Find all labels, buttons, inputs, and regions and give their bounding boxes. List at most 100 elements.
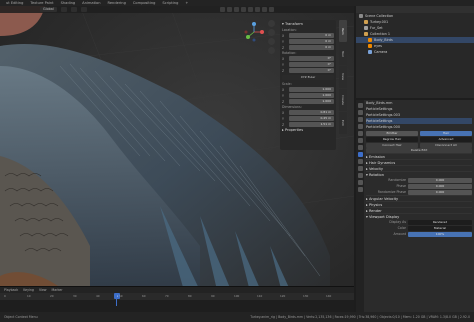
rotation-value[interactable]: 0° [289, 68, 334, 73]
amount-slider[interactable]: 100% [408, 231, 472, 237]
workspace-tab-0[interactable]: ut Editing [6, 1, 23, 5]
hair-button[interactable]: Hair [420, 130, 472, 136]
rotation-field-value[interactable]: 0.000 [408, 183, 472, 189]
viewport-overlay-buttons[interactable] [220, 7, 274, 12]
timeline-menu-playback[interactable]: Playback [4, 288, 18, 292]
advanced-checkbox[interactable]: Advanced [420, 136, 472, 142]
rotation-field[interactable]: Z 0° [282, 68, 334, 73]
dimensions-field[interactable]: Y 0.45 m [282, 116, 334, 121]
outliner-row-label: Fur_Set [370, 26, 383, 30]
outliner-header [356, 6, 474, 13]
sidebar-tab-create[interactable]: Create [339, 89, 347, 111]
status-left: Object Context Menu [4, 315, 38, 319]
color-dropdown[interactable]: Material [408, 225, 472, 231]
location-value[interactable]: 0 m [289, 39, 334, 44]
workspace-tab-4[interactable]: Rendering [108, 1, 126, 5]
dimensions-axis: Y [282, 116, 284, 121]
scale-field[interactable]: Z 1.000 [282, 99, 334, 104]
rotation-field-value[interactable]: 0.000 [408, 177, 472, 183]
sidebar-tab-item[interactable]: Item [339, 20, 347, 42]
status-bar: Object Context Menu Turkey.anim_rig | Bo… [0, 312, 474, 322]
frame-tick: 140 [326, 294, 332, 298]
frame-tick: 120 [280, 294, 286, 298]
view-nav-buttons[interactable] [268, 20, 276, 54]
workspace-tab-1[interactable]: Texture Paint [30, 1, 53, 5]
amount-field[interactable]: Amount 100% [366, 231, 472, 237]
scale-value[interactable]: 1.000 [289, 93, 334, 98]
dimensions-value[interactable]: 0.45 m [289, 116, 334, 121]
regrow-hair-checkbox[interactable]: Regrow Hair [366, 136, 418, 142]
object-type-icon [368, 50, 372, 54]
dimensions-axis: X [282, 110, 285, 115]
rotation-field-label: Randomize [388, 178, 406, 182]
frame-tick: 70 [165, 294, 169, 298]
sidebar-tab-tool[interactable]: Tool [339, 43, 347, 65]
location-field[interactable]: Z 0 m [282, 45, 334, 50]
frame-tick: 90 [211, 294, 215, 298]
connect-hair-button[interactable]: Connect Hair [366, 142, 418, 148]
sidebar-tab-edit[interactable]: Edit [339, 112, 347, 134]
playhead-line [116, 293, 117, 306]
rotation-value[interactable]: 0° [289, 56, 334, 61]
transform-section-header[interactable]: ▾ Transform [282, 22, 334, 27]
display-as-dropdown[interactable]: Rendered [408, 219, 472, 225]
navigation-gizmo[interactable] [242, 20, 266, 44]
dimensions-axis: Z [282, 122, 285, 127]
emitter-button[interactable]: Emitter [366, 130, 418, 136]
viewport-chip-2[interactable] [70, 7, 77, 12]
workspace-tab-7[interactable]: + [185, 1, 188, 5]
location-field[interactable]: X 0 m [282, 33, 334, 38]
outliner[interactable]: Scene Collection Turkey.001 Fur_Set Collect… [356, 6, 474, 98]
viewport-chip-0[interactable]: Global [40, 7, 57, 12]
rotation-field-label: Randomize Phase [377, 190, 406, 194]
timeline[interactable]: Playback Keying View Marker 1 0 10 20 30 40 50 60… [0, 286, 354, 312]
properties-editor[interactable]: Body_Birds.mm ParticleSettings ParticleSet… [356, 100, 474, 312]
viewport-chip-3[interactable] [80, 7, 87, 12]
outliner-row-label: Body_Birds [374, 38, 393, 42]
workspace-tab-5[interactable]: Compositing [133, 1, 156, 5]
workspace-tab-2[interactable]: Shading [61, 1, 76, 5]
object-type-icon [368, 44, 372, 48]
scale-value[interactable]: 1.000 [289, 99, 334, 104]
disconnect-all-button[interactable]: Disconnect All [420, 142, 472, 148]
scale-field[interactable]: Y 1.000 [282, 93, 334, 98]
properties-tabs[interactable] [356, 100, 364, 312]
rotation-field[interactable]: Y 0° [282, 62, 334, 67]
timeline-menu-keying[interactable]: Keying [23, 288, 34, 292]
workspace-tab-6[interactable]: Scripting [162, 1, 178, 5]
rotation-field-label: Phase [396, 184, 406, 188]
location-value[interactable]: 0 m [289, 33, 334, 38]
dimensions-value[interactable]: 1.51 m [289, 122, 334, 127]
outliner-row-label: Collection 1 [370, 32, 391, 36]
scale-value[interactable]: 1.000 [289, 87, 334, 92]
location-value[interactable]: 0 m [289, 45, 334, 50]
rotation-value[interactable]: 0° [289, 62, 334, 67]
dimensions-field[interactable]: Z 1.51 m [282, 122, 334, 127]
object-type-icon [368, 38, 372, 42]
sidebar-tab-view[interactable]: View [339, 66, 347, 88]
rotation-field-value[interactable]: 0.000 [408, 189, 472, 195]
3d-viewport[interactable]: Global ▾ Transform Location: X 0 mY0 mZ0 mR… [0, 6, 354, 312]
frame-tick: 10 [27, 294, 31, 298]
sidebar-tabs[interactable]: Item Tool View Create Edit [339, 20, 347, 220]
rotation-field[interactable]: X 0° [282, 56, 334, 61]
frame-tick: 110 [257, 294, 263, 298]
keyframe-track[interactable] [0, 300, 354, 312]
timeline-ruler[interactable]: 1 0 10 20 30 40 50 60 70 80 90 100 110 120 130 140 [0, 293, 354, 300]
scale-field[interactable]: X 1.000 [282, 87, 334, 92]
scale-axis: X [282, 87, 285, 92]
outliner-row-label: Scene Collection [365, 14, 394, 18]
workspace-tab-3[interactable]: Animation [82, 1, 100, 5]
outliner-row[interactable]: Camera [356, 49, 474, 55]
dimensions-value[interactable]: 0.81 m [289, 110, 334, 115]
frame-tick: 30 [73, 294, 77, 298]
properties-section-header[interactable]: ▸ Properties [282, 128, 334, 133]
scale-axis: Y [282, 93, 284, 98]
rotation-mode-dropdown[interactable]: XYZ Euler [282, 75, 334, 80]
amount-label: Amount [393, 232, 406, 236]
timeline-menu-marker[interactable]: Marker [52, 288, 63, 292]
viewport-chip-1[interactable] [60, 7, 67, 12]
location-field[interactable]: Y 0 m [282, 39, 334, 44]
timeline-menu-view[interactable]: View [39, 288, 47, 292]
dimensions-field[interactable]: X 0.81 m [282, 110, 334, 115]
